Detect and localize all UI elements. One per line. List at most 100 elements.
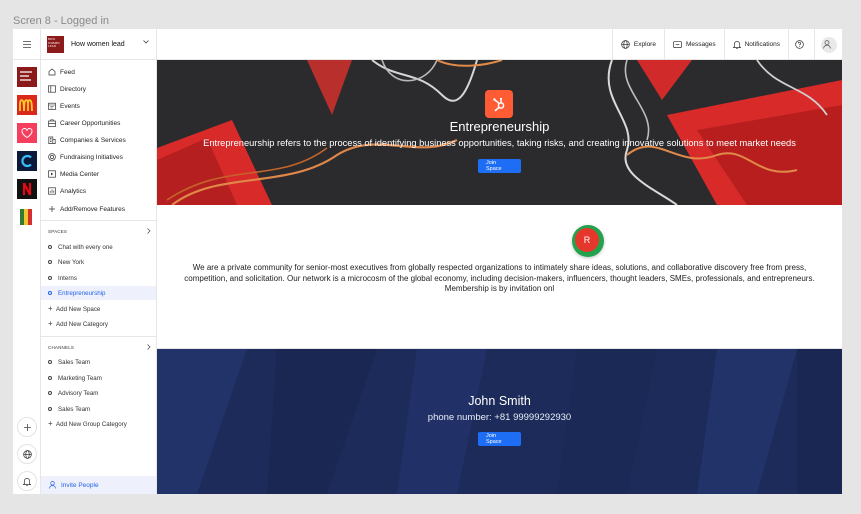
channel-dot-icon [48, 360, 52, 364]
media-icon [48, 170, 56, 178]
channel-dot-icon [48, 376, 52, 380]
explore-link[interactable]: Explore [611, 29, 664, 60]
avatar [820, 36, 837, 53]
sidebar-item-label: Media Center [60, 170, 100, 178]
add-new-space-button[interactable]: + Add New Space [48, 303, 100, 315]
sidebar-item-companies[interactable]: Companies & Services [48, 134, 126, 146]
main-content: Entrepreneurship Entrepreneurship refers… [157, 60, 842, 494]
sidebar-item-events[interactable]: Events [48, 100, 80, 112]
invite-people-button[interactable]: Invite People [41, 476, 156, 494]
brand-logo: HOW WOMEN LEAD [47, 36, 64, 53]
add-new-group-category-label: Add New Group Category [56, 420, 127, 428]
rail-app-mcdonalds[interactable] [17, 95, 37, 115]
join-space-button[interactable]: Join Space [478, 159, 521, 173]
rail-notifications-button[interactable] [17, 471, 37, 491]
top-bar: HOW WOMEN LEAD How women lead Explore Me… [13, 29, 842, 60]
events-icon [48, 102, 56, 110]
sidebar-divider [41, 220, 157, 221]
space-dot-icon [48, 260, 52, 264]
add-community-button[interactable] [17, 417, 37, 437]
user-icon [822, 40, 831, 49]
space-hero-banner: Entrepreneurship Entrepreneurship refers… [157, 60, 842, 205]
channels-heading: CHANNELS [48, 344, 75, 350]
space-item[interactable]: Interns [48, 272, 77, 284]
sidebar-item-label: Analytics [60, 187, 87, 195]
chevron-down-icon [143, 40, 149, 44]
explore-communities-button[interactable] [17, 444, 37, 464]
c-app-logo-icon [21, 154, 32, 168]
heart-app-logo-icon [21, 128, 33, 139]
rail-app-c[interactable] [17, 151, 37, 171]
sidebar-item-label: Directory [60, 85, 87, 93]
menu-button[interactable] [13, 29, 41, 60]
space-dot-icon [48, 276, 52, 280]
plus-icon [49, 206, 55, 212]
sidebar-item-analytics[interactable]: Analytics [48, 185, 86, 197]
channel-item[interactable]: Advisory Team [48, 387, 98, 399]
space-dot-icon [48, 245, 52, 249]
profile-name: John Smith [468, 394, 531, 408]
community-switcher[interactable]: HOW WOMEN LEAD How women lead [41, 29, 157, 60]
channels-header[interactable]: CHANNELS [48, 342, 151, 352]
space-dot-icon [48, 291, 52, 295]
rail-app-netflix[interactable] [17, 179, 37, 199]
space-label: New York [58, 258, 85, 266]
community-rail [13, 60, 41, 494]
rail-app-heart[interactable] [17, 123, 37, 143]
add-new-category-button[interactable]: + Add New Category [48, 318, 108, 330]
message-icon [673, 40, 682, 48]
channel-item[interactable]: Marketing Team [48, 372, 102, 384]
space-icon [485, 90, 513, 118]
sidebar-item-add-remove-features[interactable]: Add/Remove Features [48, 203, 125, 215]
channel-label: Sales Team [58, 358, 91, 366]
plus-icon [23, 423, 31, 431]
profile-join-space-button[interactable]: Join Space [478, 432, 521, 446]
analytics-icon [48, 187, 56, 195]
help-icon [795, 40, 804, 49]
channel-label: Sales Team [58, 405, 91, 413]
sidebar-item-media[interactable]: Media Center [48, 168, 99, 180]
space-label: Chat with every one [58, 243, 113, 251]
briefcase-icon [48, 119, 56, 127]
app-window: HOW WOMEN LEAD How women lead Explore Me… [13, 29, 842, 494]
sidebar-divider [41, 336, 157, 337]
sidebar-item-feed[interactable]: Feed [48, 66, 75, 78]
space-item[interactable]: Chat with every one [48, 241, 113, 253]
sidebar-item-career[interactable]: Career Opportunities [48, 117, 120, 129]
profile-button[interactable] [814, 29, 842, 60]
user-plus-icon [49, 481, 56, 489]
globe-icon [22, 449, 32, 459]
spaces-header[interactable]: SPACES [48, 226, 151, 236]
add-new-category-label: Add New Category [56, 320, 108, 328]
bell-icon [732, 41, 741, 49]
chevron-right-icon [147, 344, 151, 350]
frame-label: Scren 8 - Logged in [13, 15, 110, 27]
sidebar: Feed Directory Events Career Opportuniti… [41, 60, 157, 494]
space-item[interactable]: New York [48, 256, 84, 268]
plus-icon: + [48, 419, 53, 428]
profile-phone: phone number: +81 99999292930 [427, 412, 572, 423]
add-new-group-category-button[interactable]: + Add New Group Category [48, 418, 127, 430]
sidebar-item-label: Add/Remove Features [60, 205, 126, 213]
building-icon [48, 136, 56, 144]
channel-item[interactable]: Sales Team [48, 403, 90, 415]
space-item-entrepreneurship[interactable]: Entrepreneurship [48, 287, 105, 299]
plus-icon: + [48, 304, 53, 313]
bell-icon [23, 477, 31, 486]
sidebar-item-label: Companies & Services [60, 136, 126, 144]
mcdonalds-logo-icon [19, 99, 33, 112]
channel-item[interactable]: Sales Team [48, 356, 90, 368]
notifications-link[interactable]: Notifications [723, 29, 788, 60]
sidebar-item-label: Events [60, 102, 80, 110]
rail-app-flag[interactable] [17, 207, 37, 227]
sidebar-item-directory[interactable]: Directory [48, 83, 86, 95]
netflix-logo-icon [22, 182, 32, 196]
community-about-section: R We are a private community for senior-… [157, 205, 842, 349]
home-icon [48, 68, 56, 76]
messages-link[interactable]: Messages [663, 29, 724, 60]
rail-app-how-women-lead[interactable] [17, 67, 37, 87]
sidebar-item-fundraising[interactable]: Fundraising Initiatives [48, 151, 123, 163]
space-label: Entrepreneurship [58, 289, 106, 297]
help-button[interactable] [788, 29, 814, 60]
sidebar-item-label: Feed [60, 68, 75, 76]
